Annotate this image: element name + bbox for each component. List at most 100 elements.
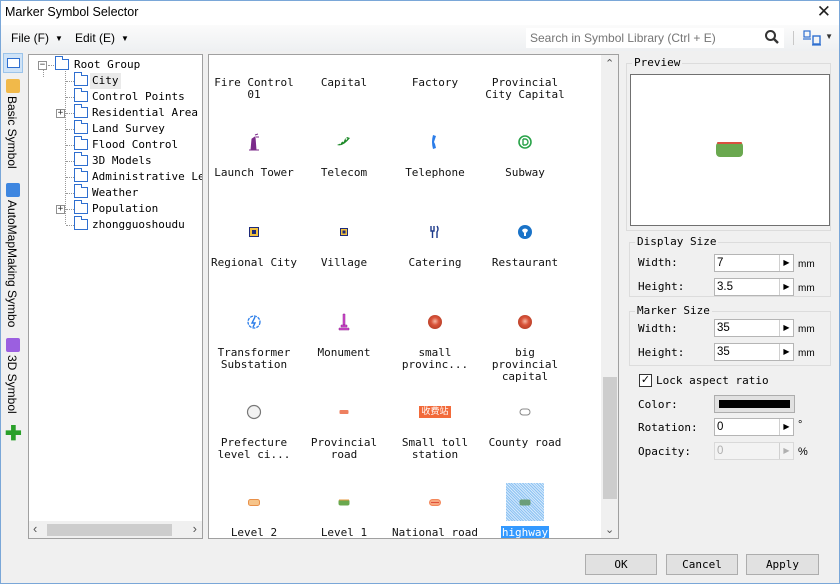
symbol-item[interactable]: Prefecture level ci... — [209, 357, 299, 461]
symbol-item[interactable]: Transformer Substation — [209, 267, 299, 371]
symbol-item[interactable]: highway — [480, 447, 570, 539]
close-icon[interactable]: ✕ — [817, 3, 831, 21]
tab-3d-symbol[interactable]: 3D Symbol — [2, 338, 24, 423]
view-mode-icon — [803, 30, 821, 46]
symbol-thumbnail — [416, 55, 454, 71]
scroll-up-icon[interactable]: ⌃ — [605, 57, 614, 70]
level-2-icon — [235, 483, 273, 521]
symbol-item[interactable]: Provincial road — [299, 357, 389, 461]
symbol-item[interactable]: Subway — [480, 87, 570, 179]
automapmaking-icon — [6, 183, 20, 197]
symbol-name: highway — [500, 526, 550, 539]
tree-node-label: Residential Area — [92, 106, 198, 119]
symbol-item[interactable]: Factory — [390, 55, 480, 89]
add-library-icon[interactable]: ✚ — [5, 424, 22, 444]
spin-arrow-icon[interactable]: ▶ — [779, 320, 793, 336]
restaurant-icon — [506, 213, 544, 251]
marker-height-input[interactable] — [717, 345, 777, 359]
search-icon[interactable] — [764, 29, 780, 45]
small-provincial-icon — [416, 303, 454, 341]
collapse-icon[interactable]: − — [38, 61, 47, 70]
tab-basic-symbol[interactable]: Basic Symbol — [2, 79, 24, 199]
opacity-input — [717, 444, 777, 458]
opacity-label: Opacity: — [638, 445, 691, 458]
menu-edit[interactable]: Edit (E) ▼ — [75, 31, 129, 45]
symbol-name: Level 1 — [320, 526, 368, 539]
tree-connector — [66, 113, 74, 114]
expand-icon[interactable]: + — [56, 109, 65, 118]
marker-symbol-selector-window: Marker Symbol Selector ✕ File (F) ▼ Edit … — [0, 0, 840, 584]
ok-button[interactable]: OK — [585, 554, 657, 575]
lock-aspect-checkbox[interactable]: ✓ — [639, 374, 652, 387]
symbol-item[interactable]: Level 1 — [299, 447, 389, 539]
symbol-item[interactable]: Regional City — [209, 177, 299, 269]
search-input[interactable] — [530, 30, 760, 46]
symbol-item[interactable]: big provincial capital — [480, 267, 570, 383]
spin-arrow-icon[interactable]: ▶ — [779, 279, 793, 295]
tree-node-label: Population — [92, 202, 159, 215]
symbol-item[interactable]: Monument — [299, 267, 389, 359]
display-width-field: ▶ — [714, 254, 794, 272]
symbol-item[interactable]: Telephone — [390, 87, 480, 179]
tab-all-groups[interactable] — [3, 53, 23, 73]
tree-connector — [66, 81, 74, 82]
tree-horizontal-scrollbar[interactable]: ‹ › — [29, 521, 202, 538]
symbol-item[interactable]: Capital — [299, 55, 389, 89]
apply-button[interactable]: Apply — [746, 554, 819, 575]
county-road-icon — [506, 393, 544, 431]
color-picker-button[interactable] — [714, 395, 795, 413]
marker-width-input[interactable] — [717, 321, 777, 335]
color-swatch — [719, 400, 790, 408]
symbol-item[interactable]: Restaurant — [480, 177, 570, 269]
scroll-down-icon[interactable]: ⌄ — [605, 523, 614, 536]
spin-arrow-icon[interactable]: ▶ — [779, 255, 793, 271]
symbol-item[interactable]: Launch Tower — [209, 87, 299, 179]
lock-aspect-label: Lock aspect ratio — [656, 374, 769, 387]
symbol-item[interactable]: Village — [299, 177, 389, 269]
cancel-button[interactable]: Cancel — [666, 554, 738, 575]
scrollbar-thumb[interactable] — [47, 524, 172, 536]
symbol-item[interactable]: Level 2 — [209, 447, 299, 538]
display-height-input[interactable] — [717, 280, 777, 294]
symbol-item[interactable]: 收费站 Small toll station — [390, 357, 480, 461]
toolbar-separator — [793, 31, 794, 45]
view-mode-button[interactable]: ▼ — [802, 29, 834, 47]
symbol-item[interactable]: Provincial City Capital — [480, 55, 570, 101]
transformer-icon — [235, 303, 273, 341]
display-width-input[interactable] — [717, 256, 777, 270]
tree-node-label: Land Survey — [92, 122, 165, 135]
folder-icon — [74, 136, 88, 150]
telecom-icon — [325, 123, 363, 161]
tree-connector — [66, 129, 74, 130]
symbol-item[interactable]: Telecom — [299, 87, 389, 179]
scroll-left-icon[interactable]: ‹ — [33, 521, 37, 536]
expand-icon[interactable]: + — [56, 205, 65, 214]
village-icon — [325, 213, 363, 251]
grid-vertical-scrollbar[interactable]: ⌃ ⌄ — [601, 55, 618, 538]
tab-automapmaking-label: AutoMapMaking Symbo — [5, 200, 19, 328]
tab-automapmaking-symbol[interactable]: AutoMapMaking Symbo — [2, 183, 24, 333]
tree-node-label: Administrative Lev — [92, 170, 203, 183]
prefecture-icon — [235, 393, 273, 431]
symbol-item[interactable]: County road — [480, 357, 570, 449]
tree-connector — [66, 177, 74, 178]
marker-height-field: ▶ — [714, 343, 794, 361]
big-provincial-icon — [506, 303, 544, 341]
monument-icon — [325, 303, 363, 341]
display-width-label: Width: — [638, 256, 678, 269]
symbol-item[interactable]: Fire Control 01 — [209, 55, 299, 101]
tree-node-label: 3D Models — [92, 154, 152, 167]
scrollbar-thumb[interactable] — [603, 377, 617, 499]
title-bar: Marker Symbol Selector ✕ — [1, 1, 839, 25]
symbol-item[interactable]: Catering — [390, 177, 480, 269]
menu-file[interactable]: File (F) ▼ — [11, 31, 63, 45]
opacity-field: ▶ — [714, 442, 794, 460]
toll-station-icon: 收费站 — [419, 406, 451, 418]
spin-arrow-icon[interactable]: ▶ — [779, 419, 793, 435]
rotation-input[interactable] — [717, 420, 777, 434]
spin-arrow-icon[interactable]: ▶ — [779, 344, 793, 360]
scroll-right-icon[interactable]: › — [193, 521, 197, 536]
tree-node-label: Flood Control — [92, 138, 179, 151]
symbol-item[interactable]: National road — [390, 447, 480, 538]
symbol-item[interactable]: small provinc... — [390, 267, 480, 371]
